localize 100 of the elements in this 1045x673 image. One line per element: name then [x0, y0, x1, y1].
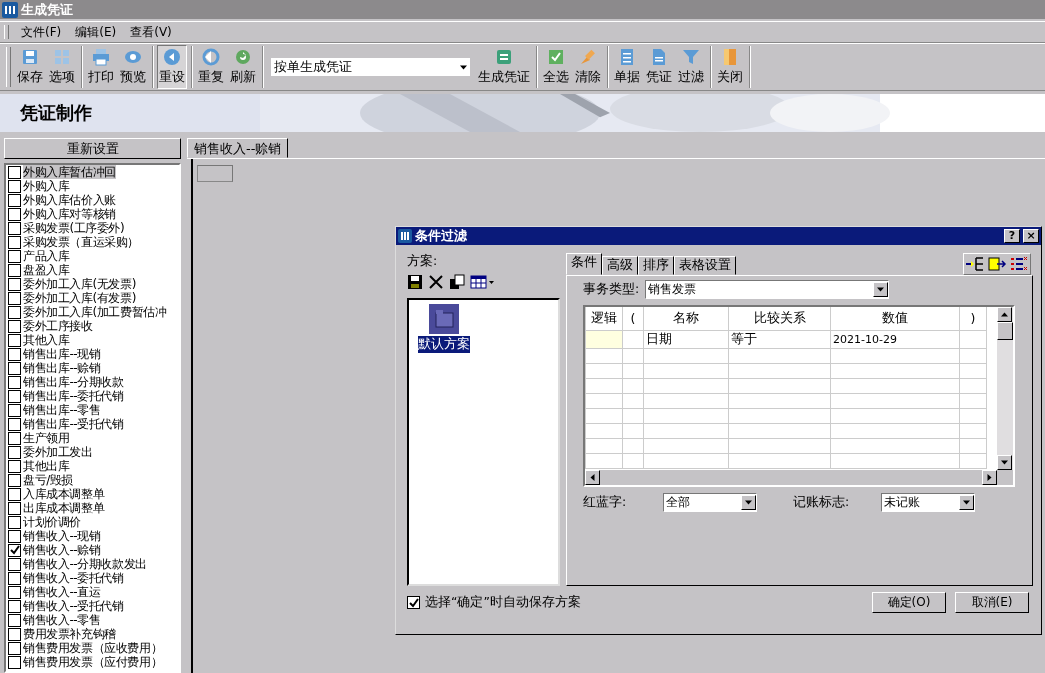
dialog-tab[interactable]: 表格设置: [674, 256, 736, 275]
checkbox[interactable]: [8, 375, 21, 389]
checkbox[interactable]: [8, 585, 21, 599]
list-item[interactable]: 外购入库暂估冲回: [23, 165, 116, 179]
checkbox[interactable]: [8, 641, 21, 655]
cancel-button[interactable]: 取消(E): [955, 592, 1029, 613]
toolbar-button[interactable]: 刷新: [228, 45, 258, 89]
list-item[interactable]: 委外加工发出: [23, 445, 93, 459]
list-item[interactable]: 销售出库--委托代销: [23, 389, 124, 403]
list-item[interactable]: 外购入库估价入账: [23, 193, 116, 207]
list-item[interactable]: 销售收入--赊销: [23, 543, 101, 557]
checkbox[interactable]: [8, 473, 21, 487]
list-item[interactable]: 采购发票(工序委外): [23, 221, 125, 235]
toolbar-button[interactable]: 重设: [157, 45, 187, 89]
toolbar-button[interactable]: 生成凭证: [476, 45, 532, 89]
list-item[interactable]: 委外加工入库(加工费暂估冲: [23, 305, 167, 319]
list-item[interactable]: 销售费用发票（应付费用）: [23, 655, 163, 669]
posting-flag-dropdown[interactable]: 未记账: [881, 493, 975, 512]
list-item[interactable]: 产品入库: [23, 249, 70, 263]
checkbox[interactable]: [8, 431, 21, 445]
help-button[interactable]: ?: [1004, 229, 1020, 243]
checkbox[interactable]: [8, 277, 21, 291]
transaction-type-dropdown[interactable]: 销售发票: [645, 280, 890, 299]
checkbox[interactable]: [8, 571, 21, 585]
toolbar-button[interactable]: 单据: [612, 45, 642, 89]
menu-item[interactable]: 编辑(E): [73, 23, 119, 41]
insert-row-icon[interactable]: [965, 255, 985, 273]
list-item[interactable]: 委外加工入库(无发票): [23, 277, 136, 291]
toolbar-button[interactable]: 打印: [86, 45, 116, 89]
checkbox[interactable]: [8, 515, 21, 529]
toolbar-button[interactable]: 保存: [15, 45, 45, 89]
checkbox[interactable]: [8, 361, 21, 375]
checkbox[interactable]: [8, 249, 21, 263]
toolbar-button[interactable]: 凭证: [644, 45, 674, 89]
list-item[interactable]: 费用发票补充钩稽: [23, 627, 116, 641]
scheme-name[interactable]: 默认方案: [418, 336, 470, 353]
list-item[interactable]: 外购入库对等核销: [23, 207, 116, 221]
checkbox[interactable]: [8, 207, 21, 221]
reset-button[interactable]: 重新设置: [4, 138, 181, 159]
toolbar-button[interactable]: 清除: [573, 45, 603, 89]
checkbox[interactable]: [8, 599, 21, 613]
list-item[interactable]: 其他出库: [23, 459, 70, 473]
list-item[interactable]: 销售费用发票（应收费用）: [23, 641, 163, 655]
checkbox[interactable]: [8, 221, 21, 235]
list-item[interactable]: 生产领用: [23, 431, 70, 445]
list-item[interactable]: 委外加工入库(有发票): [23, 291, 136, 305]
scroll-thumb[interactable]: [997, 322, 1013, 340]
list-item[interactable]: 销售出库--零售: [23, 403, 101, 417]
delete-row-icon[interactable]: [1009, 255, 1029, 273]
table-dropdown-icon[interactable]: [470, 274, 494, 290]
dialog-tab[interactable]: 条件: [566, 253, 602, 275]
list-item[interactable]: 委外工序接收: [23, 319, 93, 333]
dialog-tab[interactable]: 高级: [602, 256, 638, 275]
voucher-mode-dropdown[interactable]: 按单生成凭证: [271, 58, 470, 76]
list-item[interactable]: 销售收入--直运: [23, 585, 101, 599]
toolbar-button[interactable]: 过滤: [676, 45, 706, 89]
toolbar-button[interactable]: 重复: [196, 45, 226, 89]
list-item[interactable]: 计划价调价: [23, 515, 81, 529]
list-item[interactable]: 其他入库: [23, 333, 70, 347]
list-item[interactable]: 销售收入--零售: [23, 613, 101, 627]
horizontal-scrollbar[interactable]: [585, 470, 997, 485]
list-item[interactable]: 销售出库--分期收款: [23, 375, 124, 389]
checkbox[interactable]: [8, 613, 21, 627]
checkbox[interactable]: [8, 179, 21, 193]
save-icon[interactable]: [407, 274, 423, 290]
dialog-tab[interactable]: 排序: [638, 256, 674, 275]
entry-type-dropdown[interactable]: 全部: [663, 493, 757, 512]
vertical-scrollbar[interactable]: [997, 307, 1013, 470]
checkbox[interactable]: [8, 445, 21, 459]
checkbox[interactable]: [8, 389, 21, 403]
checkbox[interactable]: [8, 263, 21, 277]
checkbox[interactable]: [8, 347, 21, 361]
list-item[interactable]: 销售收入--受托代销: [23, 599, 124, 613]
list-item[interactable]: 入库成本调整单: [23, 487, 105, 501]
toolbar-button[interactable]: 预览: [118, 45, 148, 89]
ok-button[interactable]: 确定(O): [872, 592, 946, 613]
list-item[interactable]: 外购入库: [23, 179, 70, 193]
checkbox[interactable]: [8, 417, 21, 431]
checkbox[interactable]: [8, 165, 21, 179]
checkbox[interactable]: [8, 501, 21, 515]
checkbox[interactable]: [8, 291, 21, 305]
close-button[interactable]: ×: [1023, 229, 1039, 243]
checkbox[interactable]: [8, 235, 21, 249]
list-item[interactable]: 销售收入--委托代销: [23, 571, 124, 585]
toolbar-button[interactable]: 选项: [47, 45, 77, 89]
list-item[interactable]: 销售出库--现销: [23, 347, 101, 361]
list-item[interactable]: 盘盈入库: [23, 263, 70, 277]
list-item[interactable]: 出库成本调整单: [23, 501, 105, 515]
checkbox[interactable]: [8, 529, 21, 543]
delete-icon[interactable]: [428, 274, 444, 290]
checkbox[interactable]: [8, 487, 21, 501]
checkbox[interactable]: [8, 319, 21, 333]
checkbox[interactable]: [8, 557, 21, 571]
checkbox[interactable]: [407, 596, 420, 609]
checkbox[interactable]: [8, 459, 21, 473]
menu-item[interactable]: 查看(V): [128, 23, 174, 41]
list-item[interactable]: 盘亏/毁损: [23, 473, 74, 487]
list-item[interactable]: 销售出库--赊销: [23, 361, 101, 375]
checkbox[interactable]: [8, 403, 21, 417]
menu-item[interactable]: 文件(F): [19, 23, 64, 41]
